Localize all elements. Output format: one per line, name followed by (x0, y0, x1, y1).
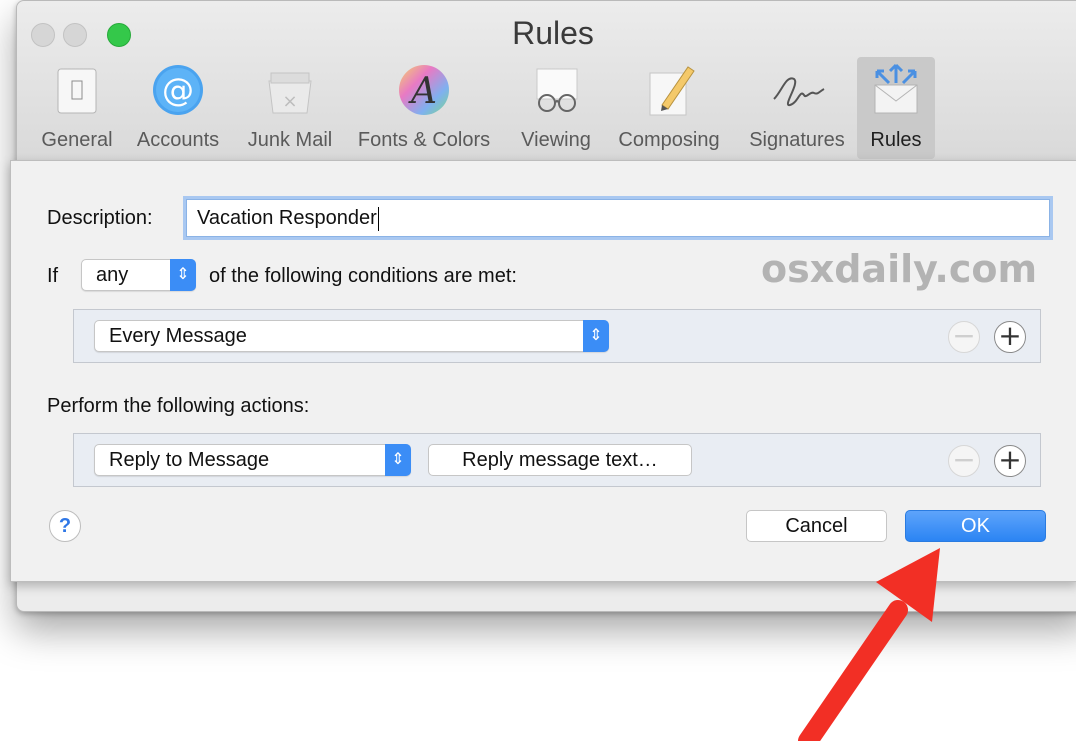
reply-message-text-button[interactable]: Reply message text… (428, 444, 692, 476)
remove-action-button[interactable]: − (948, 445, 980, 477)
match-type-value: any (96, 264, 129, 286)
annotation-arrow (798, 548, 940, 741)
pencil-icon (649, 66, 695, 116)
remove-condition-button[interactable]: − (948, 321, 980, 353)
toolbar-item-signatures[interactable]: Signatures (737, 57, 857, 159)
svg-text:A: A (408, 71, 437, 112)
junk-mail-icon: × (268, 72, 312, 114)
action-value: Reply to Message (109, 449, 270, 471)
text-caret (377, 206, 379, 231)
toolbar-item-junk-mail[interactable]: × Junk Mail (235, 57, 345, 159)
add-action-button[interactable]: + (994, 445, 1026, 477)
description-value: Vacation Responder (197, 207, 377, 229)
match-type-popup[interactable]: any ⇕ (81, 259, 196, 291)
toolbar-item-composing[interactable]: Composing (607, 57, 731, 159)
toolbar-label: Composing (618, 129, 720, 151)
window-title: Rules (512, 15, 594, 51)
toolbar-item-rules[interactable]: Rules (857, 57, 935, 159)
toolbar-label: General (41, 129, 113, 151)
watermark: osxdaily.com (761, 247, 1038, 291)
rules-envelope-icon (874, 63, 918, 114)
toolbar-label: Signatures (749, 129, 845, 151)
description-input[interactable]: Vacation Responder (186, 199, 1050, 237)
popup-arrows-icon: ⇕ (170, 259, 196, 291)
toolbar-label: Rules (870, 129, 922, 151)
if-label: If (47, 265, 59, 287)
toolbar: Rules General @ Accounts × Junk Mail A F… (17, 1, 1076, 162)
conditions-label: of the following conditions are met: (209, 265, 517, 287)
at-sign-icon: @ (153, 65, 203, 115)
action-popup[interactable]: Reply to Message ⇕ (94, 444, 411, 476)
condition-value: Every Message (109, 325, 247, 347)
signature-icon (773, 77, 825, 106)
toolbar-label: Junk Mail (247, 129, 333, 151)
rule-editor-sheet: Description: Vacation Responder If any ⇕… (10, 160, 1076, 582)
toolbar-item-general[interactable]: General (27, 57, 127, 159)
cancel-button[interactable]: Cancel (746, 510, 887, 542)
toolbar-label: Fonts & Colors (357, 129, 491, 151)
toolbar-label: Accounts (136, 129, 220, 151)
general-icon (57, 68, 97, 114)
popup-arrows-icon: ⇕ (385, 444, 411, 476)
popup-arrows-icon: ⇕ (583, 320, 609, 352)
svg-text:×: × (282, 91, 297, 112)
toolbar-item-viewing[interactable]: Viewing (507, 57, 605, 159)
toolbar-item-accounts[interactable]: @ Accounts (129, 57, 227, 159)
fonts-colors-icon: A (399, 65, 449, 115)
condition-row: Every Message ⇕ − + (73, 309, 1041, 363)
description-label: Description: (47, 207, 153, 229)
toolbar-label: Viewing (521, 129, 591, 151)
add-condition-button[interactable]: + (994, 321, 1026, 353)
ok-button[interactable]: OK (905, 510, 1046, 542)
action-row: Reply to Message ⇕ Reply message text… −… (73, 433, 1041, 487)
help-button[interactable]: ? (49, 510, 81, 542)
svg-text:@: @ (162, 71, 194, 109)
toolbar-item-fonts-colors[interactable]: A Fonts & Colors (347, 57, 501, 159)
actions-label: Perform the following actions: (47, 395, 310, 417)
condition-popup[interactable]: Every Message ⇕ (94, 320, 609, 352)
glasses-icon (536, 68, 578, 112)
